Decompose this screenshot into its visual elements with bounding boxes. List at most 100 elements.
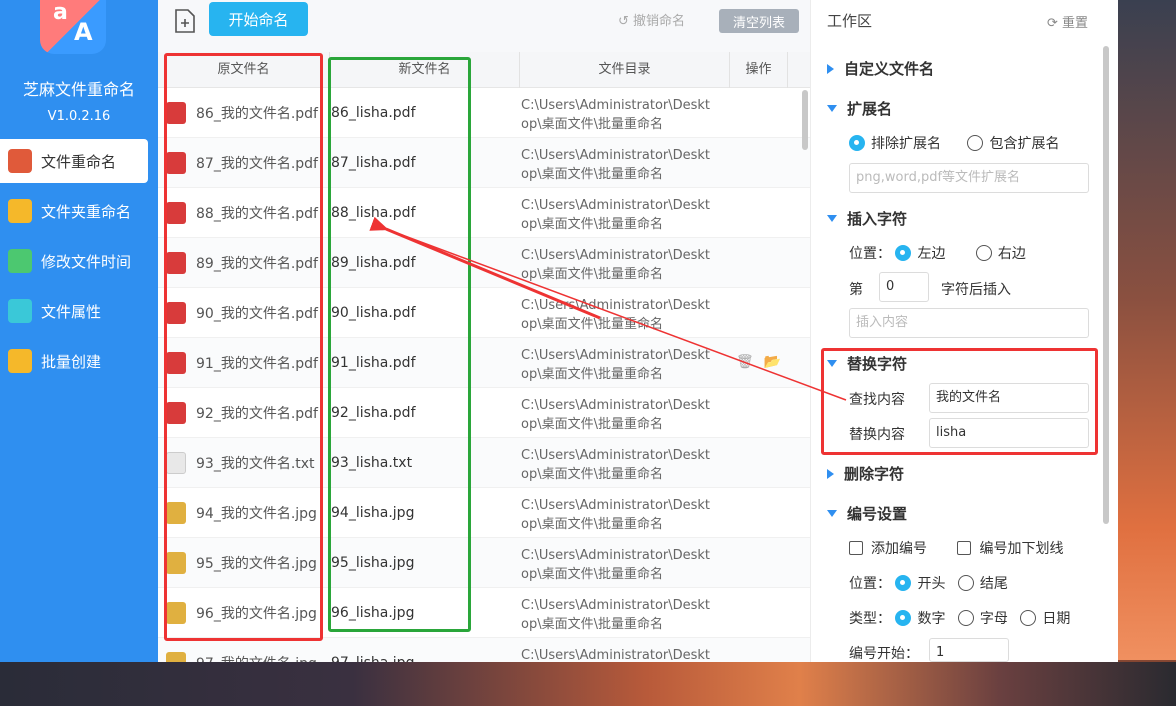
insert-position-input[interactable]: 0 — [879, 272, 929, 302]
pdf-file-icon — [166, 402, 186, 424]
original-name-cell: 90_我的文件名.pdf — [166, 288, 322, 338]
table-row[interactable]: 93_我的文件名.txt 93_lisha.txt C:\Users\Admin… — [158, 438, 810, 488]
clear-list-button[interactable]: 清空列表 — [719, 9, 799, 33]
add-file-icon[interactable] — [174, 8, 196, 34]
col-new-name[interactable]: 新文件名 — [330, 52, 520, 88]
directory-line-2: op\桌面文件\批量重命名 — [521, 117, 663, 132]
original-name-cell: 91_我的文件名.pdf — [166, 338, 322, 388]
add-number-label: 添加编号 — [871, 541, 927, 557]
directory-line-1: C:\Users\Administrator\Deskt — [521, 298, 711, 313]
table-row[interactable]: 88_我的文件名.pdf 88_lisha.pdf C:\Users\Admin… — [158, 188, 810, 238]
table-row[interactable]: 90_我的文件名.pdf 90_lisha.pdf C:\Users\Admin… — [158, 288, 810, 338]
sidebar-item-batch-create[interactable]: 批量创建 — [0, 339, 158, 383]
directory-line-2: op\桌面文件\批量重命名 — [521, 517, 663, 532]
original-name-cell: 92_我的文件名.pdf — [166, 388, 322, 438]
section-custom-name[interactable]: 自定义文件名 — [827, 58, 934, 79]
directory-cell: C:\Users\Administrator\Deskt op\桌面文件\批量重… — [521, 496, 726, 534]
insert-after-label: 字符后插入 — [941, 282, 1011, 298]
folder-rename-icon — [8, 199, 32, 223]
reset-button[interactable]: ⟳ 重置 — [1047, 12, 1088, 31]
directory-cell: C:\Users\Administrator\Deskt op\桌面文件\批量重… — [521, 146, 726, 184]
directory-cell: C:\Users\Administrator\Deskt op\桌面文件\批量重… — [521, 346, 726, 384]
expand-icon — [827, 468, 834, 479]
delete-icon[interactable]: 🗑 — [736, 354, 754, 370]
directory-line-1: C:\Users\Administrator\Deskt — [521, 148, 711, 163]
table-row[interactable]: 94_我的文件名.jpg 94_lisha.jpg C:\Users\Admin… — [158, 488, 810, 538]
col-directory[interactable]: 文件目录 — [520, 52, 730, 88]
find-input[interactable]: 我的文件名 — [929, 383, 1089, 413]
pdf-file-icon — [166, 302, 186, 324]
type-digit-radio[interactable] — [895, 610, 912, 626]
number-tail-radio[interactable] — [957, 575, 974, 591]
find-label: 查找内容 — [849, 392, 905, 408]
table-row[interactable]: 87_我的文件名.pdf 87_lisha.pdf C:\Users\Admin… — [158, 138, 810, 188]
panel-scrollbar[interactable] — [1103, 46, 1109, 524]
pdf-file-icon — [166, 252, 186, 274]
insert-left-radio[interactable] — [895, 245, 912, 261]
replace-input[interactable]: lisha — [929, 418, 1089, 448]
exclude-extension-label: 排除扩展名 — [871, 136, 941, 152]
include-extension-radio[interactable] — [967, 135, 984, 151]
section-label: 自定义文件名 — [844, 60, 935, 78]
insert-content-input[interactable]: 插入内容 — [849, 308, 1089, 338]
original-name-cell: 95_我的文件名.jpg — [166, 538, 322, 588]
section-extension[interactable]: 扩展名 — [827, 98, 892, 119]
col-operation[interactable]: 操作 — [730, 52, 788, 88]
insert-left-label: 左边 — [917, 246, 946, 262]
collapse-icon — [827, 510, 837, 517]
new-name-cell: 94_lisha.jpg — [331, 505, 415, 521]
pdf-file-icon — [166, 352, 186, 374]
directory-line-1: C:\Users\Administrator\Deskt — [521, 198, 711, 213]
insert-right-radio[interactable] — [975, 245, 992, 261]
rename-file-icon — [8, 149, 32, 173]
original-name-cell: 89_我的文件名.pdf — [166, 238, 322, 288]
table-row[interactable]: 96_我的文件名.jpg 96_lisha.jpg C:\Users\Admin… — [158, 588, 810, 638]
new-name-cell: 89_lisha.pdf — [331, 255, 416, 271]
table-row[interactable]: 92_我的文件名.pdf 92_lisha.pdf C:\Users\Admin… — [158, 388, 810, 438]
exclude-extension-radio[interactable] — [849, 135, 865, 151]
extension-input[interactable]: png,word,pdf等文件扩展名 — [849, 163, 1089, 193]
table-scrollbar[interactable] — [802, 90, 808, 150]
extension-options: 排除扩展名 包含扩展名 — [849, 133, 1059, 153]
sidebar-item-edit-time[interactable]: 修改文件时间 — [0, 239, 158, 283]
section-numbering[interactable]: 编号设置 — [827, 503, 907, 524]
table-row[interactable]: 86_我的文件名.pdf 86_lisha.pdf C:\Users\Admin… — [158, 88, 810, 138]
directory-line-1: C:\Users\Administrator\Deskt — [521, 498, 711, 513]
table-row[interactable]: 91_我的文件名.pdf 91_lisha.pdf C:\Users\Admin… — [158, 338, 810, 388]
add-number-checkbox[interactable] — [849, 541, 863, 555]
table-row[interactable]: 95_我的文件名.jpg 95_lisha.jpg C:\Users\Admin… — [158, 538, 810, 588]
section-label: 编号设置 — [847, 505, 908, 523]
number-head-radio[interactable] — [895, 575, 912, 591]
undo-rename-button[interactable]: ↺ 撤销命名 — [618, 10, 685, 29]
section-replace[interactable]: 替换字符 — [827, 353, 907, 374]
directory-line-2: op\桌面文件\批量重命名 — [521, 317, 663, 332]
sidebar-item-folder-rename[interactable]: 文件夹重命名 — [0, 189, 158, 233]
insert-nth-label: 第 — [849, 282, 863, 298]
section-delete[interactable]: 删除字符 — [827, 463, 904, 484]
directory-cell: C:\Users\Administrator\Deskt op\桌面文件\批量重… — [521, 296, 726, 334]
insert-position-row: 位置： 左边 右边 — [849, 243, 1026, 263]
directory-line-1: C:\Users\Administrator\Deskt — [521, 648, 711, 662]
sidebar-item-file-attribute[interactable]: 文件属性 — [0, 289, 158, 333]
type-date-radio[interactable] — [1020, 610, 1037, 626]
original-name-text: 90_我的文件名.pdf — [196, 306, 318, 322]
sidebar-item-label: 文件属性 — [41, 302, 102, 321]
txt-file-icon — [166, 452, 186, 474]
section-insert[interactable]: 插入字符 — [827, 208, 907, 229]
original-name-cell: 94_我的文件名.jpg — [166, 488, 322, 538]
type-letter-radio[interactable] — [957, 610, 974, 626]
table-row[interactable]: 97_我的文件名.jpg 97_lisha.jpg C:\Users\Admin… — [158, 638, 810, 662]
numbering-start-input[interactable]: 1 — [929, 638, 1009, 662]
numbering-position-row: 位置： 开头 结尾 — [849, 573, 1008, 593]
jpg-file-icon — [166, 552, 186, 574]
expand-icon — [827, 63, 834, 74]
start-rename-button[interactable]: 开始命名 — [209, 2, 308, 36]
col-original-name[interactable]: 原文件名 — [158, 52, 330, 88]
directory-line-1: C:\Users\Administrator\Deskt — [521, 598, 711, 613]
sidebar-item-file-rename[interactable]: 文件重命名 — [0, 139, 148, 183]
underline-checkbox[interactable] — [957, 541, 972, 555]
open-folder-icon[interactable]: 📂 — [764, 354, 781, 370]
table-row[interactable]: 89_我的文件名.pdf 89_lisha.pdf C:\Users\Admin… — [158, 238, 810, 288]
directory-line-2: op\桌面文件\批量重命名 — [521, 567, 663, 582]
directory-cell: C:\Users\Administrator\Deskt op\桌面文件\批量重… — [521, 446, 726, 484]
